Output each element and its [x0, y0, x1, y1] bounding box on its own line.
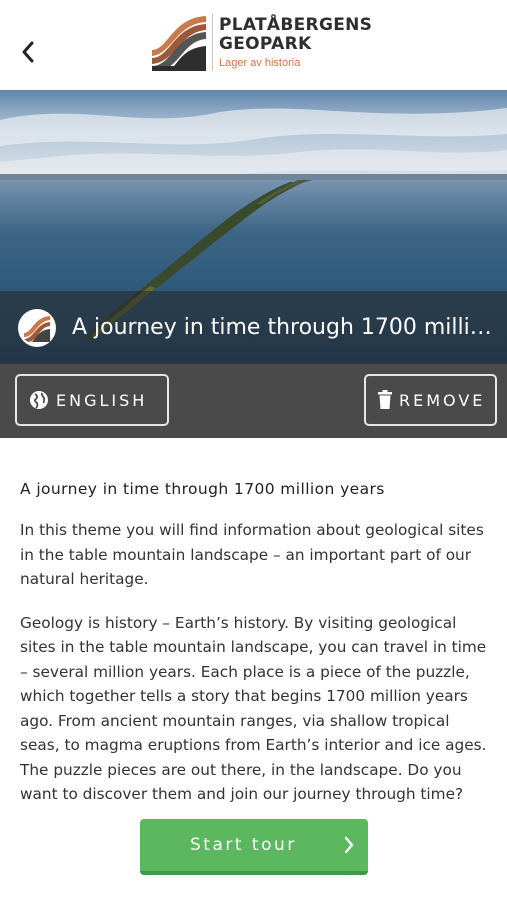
remove-button[interactable]: REMOVE [364, 374, 497, 426]
chevron-right-icon [344, 836, 354, 854]
geopark-logo: PLATÅBERGENS GEOPARK Lager av historia [150, 12, 372, 72]
logo-wordmark: PLATÅBERGENS GEOPARK Lager av historia [219, 14, 373, 69]
logo-tagline: Lager av historia [219, 56, 301, 69]
logo-title-line2: GEOPARK [219, 33, 312, 54]
description-paragraph-2: Geology is history – Earth’s history. By… [20, 613, 487, 804]
controls-bar: ENGLISH REMOVE [0, 364, 507, 438]
remove-label: REMOVE [399, 390, 486, 410]
description-paragraph-1: In this theme you will find information … [20, 521, 484, 588]
geopark-logo-mark [152, 16, 206, 71]
trash-icon [378, 390, 392, 409]
chevron-left-icon [22, 41, 34, 63]
theme-title-bar: A journey in time through 1700 million y… [0, 291, 507, 364]
hero-image: A journey in time through 1700 million y… [0, 90, 507, 364]
theme-badge-icon [18, 308, 56, 347]
logo-divider [212, 13, 213, 71]
start-tour-button[interactable]: Start tour [140, 819, 368, 875]
strata-icon [24, 315, 50, 342]
language-label: ENGLISH [56, 390, 148, 410]
start-tour-label: Start tour [190, 835, 297, 855]
globe-icon [30, 391, 48, 409]
theme-title: A journey in time through 1700 million y… [72, 315, 496, 340]
logo-title-line1: PLATÅBERGENS [219, 14, 373, 35]
theme-description: A journey in time through 1700 million y… [0, 480, 507, 807]
back-button[interactable] [16, 40, 40, 64]
language-button[interactable]: ENGLISH [15, 374, 169, 426]
app-header: PLATÅBERGENS GEOPARK Lager av historia [0, 0, 507, 90]
description-heading: A journey in time through 1700 million y… [20, 480, 385, 498]
